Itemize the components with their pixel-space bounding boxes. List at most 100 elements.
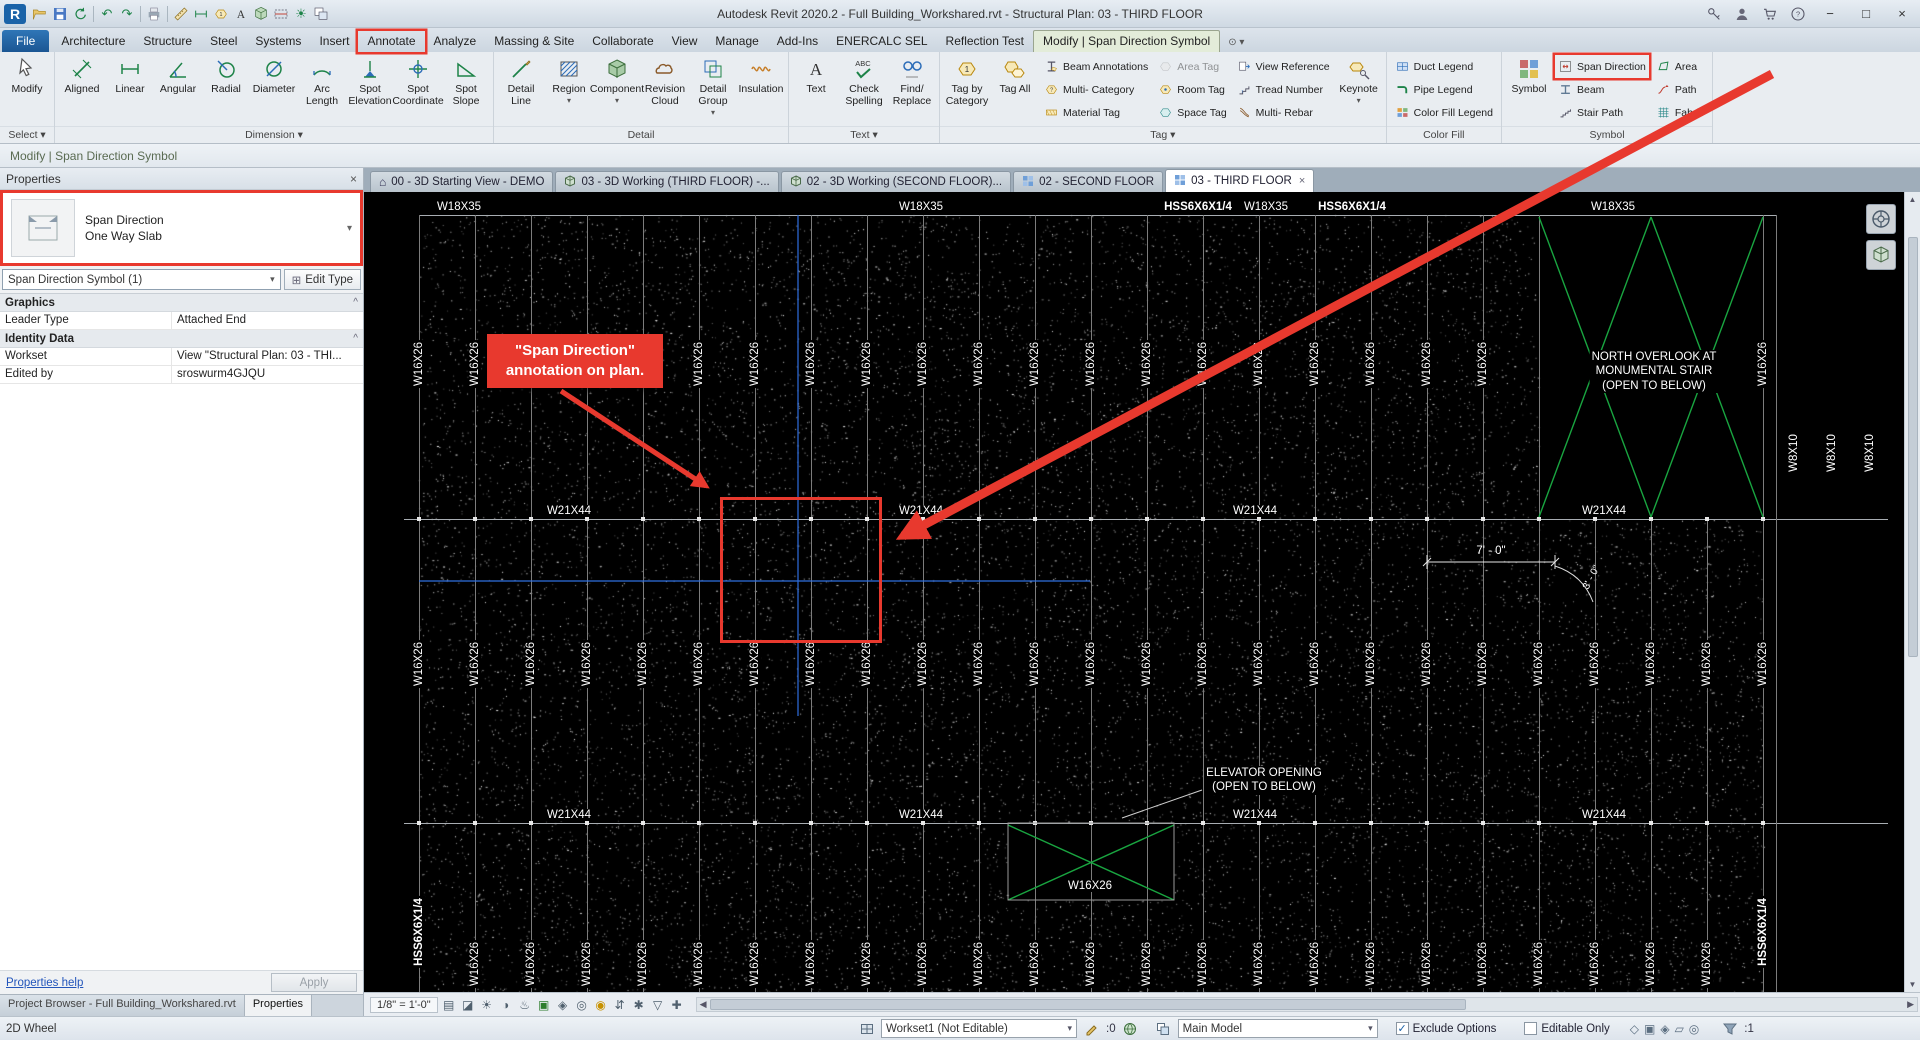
beam-label[interactable]: W21X44 xyxy=(1578,809,1630,821)
measure-icon[interactable] xyxy=(171,4,191,24)
beam-label[interactable]: W16X26 xyxy=(805,939,817,989)
panel-label-text[interactable]: Text ▾ xyxy=(789,126,939,143)
beam-label[interactable]: W16X26 xyxy=(1253,639,1265,689)
beam-label[interactable]: W16X26 xyxy=(1533,939,1545,989)
beam-label[interactable]: W16X26 xyxy=(1421,639,1433,689)
beam-label[interactable]: HSS6X6X1/4 xyxy=(1315,201,1389,213)
beam-label[interactable]: W8X10 xyxy=(1826,432,1838,474)
button-multi-category[interactable]: ? Multi- Category xyxy=(1041,78,1151,101)
edit-type-button[interactable]: ⊞ Edit Type xyxy=(283,269,361,290)
beam-label[interactable]: W16X26 xyxy=(1253,939,1265,989)
beam-label[interactable]: W16X26 xyxy=(525,639,537,689)
switch-icon[interactable] xyxy=(311,4,331,24)
button-area[interactable]: Area xyxy=(1653,55,1707,78)
worksharing-display-icon[interactable]: ⇵ xyxy=(611,996,629,1014)
beam-label[interactable]: W16X26 xyxy=(1029,639,1041,689)
beam-label[interactable]: W16X26 xyxy=(581,939,593,989)
editable-only-checkbox[interactable]: Editable Only xyxy=(1524,1022,1610,1035)
type-selector-arrow-icon[interactable]: ▾ xyxy=(347,223,352,234)
drawing-area[interactable]: W16X26 W16X26 W16X26 W16X26 W16X26 W16X26 W16X… xyxy=(364,192,1920,992)
select-links-icon[interactable]: ◇ xyxy=(1630,1022,1639,1036)
beam-label[interactable]: W16X26 xyxy=(917,939,929,989)
view-scale-button[interactable]: 1/8" = 1'-0" xyxy=(370,996,438,1013)
beam-label[interactable]: W16X26 xyxy=(1701,939,1713,989)
button-spot-coordinate[interactable]: Spot Coordinate xyxy=(392,54,444,124)
panel-label-select[interactable]: Select ▾ xyxy=(0,126,54,143)
open-icon[interactable] xyxy=(30,4,50,24)
beam-label[interactable]: W16X26 xyxy=(1309,339,1321,389)
temporary-hide-icon[interactable]: ◎ xyxy=(573,996,591,1014)
button-color-fill-legend[interactable]: Color Fill Legend xyxy=(1392,101,1496,124)
button-pipe-legend[interactable]: Pipe Legend xyxy=(1392,78,1496,101)
button-duct-legend[interactable]: Duct Legend xyxy=(1392,55,1496,78)
button-symbol[interactable]: Symbol xyxy=(1505,54,1553,124)
view-tab-02-3d-working-second-floor[interactable]: 02 - 3D Working (SECOND FLOOR)... xyxy=(780,171,1012,192)
vertical-scroll-thumb[interactable] xyxy=(1907,237,1918,657)
beam-label[interactable]: W16X26 xyxy=(469,339,481,389)
ribbon-tab-structure[interactable]: Structure xyxy=(134,31,201,52)
ribbon-tab-massing-site[interactable]: Massing & Site xyxy=(485,31,583,52)
beam-label[interactable]: W21X44 xyxy=(895,505,947,517)
ribbon-tab-modify-span-direction-symbol[interactable]: Modify | Span Direction Symbol xyxy=(1033,30,1221,52)
scroll-down-icon[interactable]: ▼ xyxy=(1909,977,1917,992)
beam-label[interactable]: W16X26 xyxy=(637,939,649,989)
button-linear[interactable]: Linear xyxy=(106,54,154,124)
beam-label[interactable]: W16X26 xyxy=(1085,639,1097,689)
beam-label[interactable]: W16X26 xyxy=(693,939,705,989)
beam-label[interactable]: W16X26 xyxy=(1365,939,1377,989)
panel-label-color-fill[interactable]: Color Fill xyxy=(1386,126,1501,143)
scroll-left-icon[interactable]: ◀ xyxy=(697,999,710,1010)
apply-button[interactable]: Apply xyxy=(271,973,357,992)
beam-label[interactable]: W18X35 xyxy=(1240,201,1292,213)
button-fabric[interactable]: Fabric xyxy=(1653,101,1707,124)
view-tab-02-second-floor[interactable]: 02 - SECOND FLOOR xyxy=(1013,171,1164,192)
beam-label[interactable]: W16X26 xyxy=(1141,339,1153,389)
ribbon-tab-reflection-test[interactable]: Reflection Test xyxy=(937,31,1034,52)
ribbon-tab-architecture[interactable]: Architecture xyxy=(52,31,134,52)
beam-label[interactable]: W16X26 xyxy=(749,639,761,689)
render-dialog-icon[interactable]: ♨ xyxy=(516,996,534,1014)
button-beam[interactable]: Beam xyxy=(1555,78,1649,101)
button-material-tag[interactable]: Material Tag xyxy=(1041,101,1151,124)
section-icon[interactable] xyxy=(271,4,291,24)
beam-label[interactable]: W16X26 xyxy=(973,639,985,689)
revit-logo-icon[interactable]: R xyxy=(4,3,26,24)
beam-label[interactable]: W16X26 xyxy=(1477,339,1489,389)
beam-label[interactable]: W16X26 xyxy=(1477,639,1489,689)
visual-style-icon[interactable]: ◪ xyxy=(459,996,477,1014)
button-region[interactable]: Region ▾ xyxy=(545,54,593,124)
beam-label[interactable]: W16X26 xyxy=(973,939,985,989)
beam-label[interactable]: W16X26 xyxy=(749,339,761,389)
beam-label[interactable]: W21X44 xyxy=(543,809,595,821)
element-selector-dropdown[interactable]: Span Direction Symbol (1) ▾ xyxy=(2,269,281,290)
elevator-note[interactable]: ELEVATOR OPENING (OPEN TO BELOW) xyxy=(1204,766,1324,795)
box3d-icon[interactable] xyxy=(251,4,271,24)
button-stair-path[interactable]: Stair Path xyxy=(1555,101,1649,124)
button-arc-length[interactable]: Arc Length xyxy=(298,54,346,124)
constraints-icon[interactable]: ✚ xyxy=(668,996,686,1014)
beam-label[interactable]: W16X26 xyxy=(917,639,929,689)
beam-label[interactable]: W16X26 xyxy=(1365,339,1377,389)
beam-label[interactable]: W16X26 xyxy=(1701,639,1713,689)
button-spot-elevation[interactable]: Spot Elevation xyxy=(346,54,394,124)
beam-label[interactable]: W16X26 xyxy=(1757,639,1769,689)
button-aligned[interactable]: Aligned xyxy=(58,54,106,124)
beam-label[interactable]: W16X26 xyxy=(1309,939,1321,989)
button-view-reference[interactable]: View Reference xyxy=(1234,55,1333,78)
beam-label[interactable]: W21X44 xyxy=(1578,505,1630,517)
undo-icon[interactable]: ↶ xyxy=(97,4,117,24)
type-selector-preview[interactable]: Span Direction One Way Slab ▾ xyxy=(0,190,363,266)
beam-label[interactable]: W16X26 xyxy=(1085,339,1097,389)
beam-label[interactable]: W16X26 xyxy=(1141,639,1153,689)
button-component[interactable]: Component ▾ xyxy=(590,54,644,124)
beam-label[interactable]: W16X26 xyxy=(1029,939,1041,989)
beam-label[interactable]: W16X26 xyxy=(1197,939,1209,989)
beam-label[interactable]: W16X26 xyxy=(469,639,481,689)
button-detail-group[interactable]: Detail Group ▾ xyxy=(689,54,737,124)
tab-properties[interactable]: Properties xyxy=(244,995,312,1016)
beam-label[interactable]: W18X35 xyxy=(433,201,485,213)
exclude-options-checkbox[interactable]: ✓ Exclude Options xyxy=(1395,1022,1496,1035)
button-room-tag[interactable]: Room Tag xyxy=(1155,78,1229,101)
ribbon-tab-add-ins[interactable]: Add-Ins xyxy=(768,31,827,52)
horizontal-scrollbar[interactable]: ◀ ▶ xyxy=(695,997,1918,1012)
